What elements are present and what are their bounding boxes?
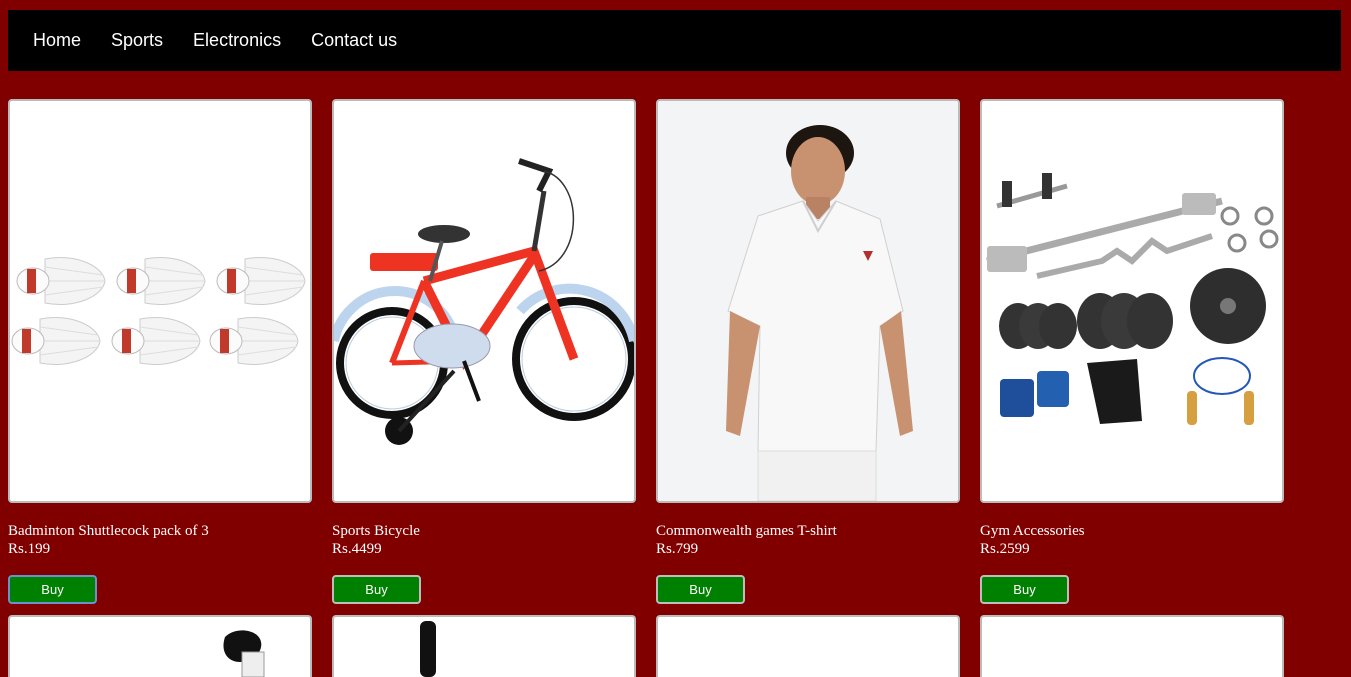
product-card-row2-3 bbox=[656, 615, 960, 677]
top-nav-bar: Home Sports Electronics Contact us bbox=[8, 10, 1341, 71]
product-image-row2-3 bbox=[656, 615, 960, 677]
nav-sports[interactable]: Sports bbox=[111, 30, 163, 51]
shuttlecock-icon bbox=[11, 257, 306, 365]
nav-contact-us[interactable]: Contact us bbox=[311, 30, 397, 51]
nav-electronics[interactable]: Electronics bbox=[193, 30, 281, 51]
buy-button[interactable]: Buy bbox=[656, 575, 745, 604]
product-title: Gym Accessories bbox=[980, 523, 1085, 539]
product-thumbnail-icon bbox=[420, 621, 436, 677]
product-card-row2-4 bbox=[980, 615, 1284, 677]
product-image-bicycle bbox=[332, 99, 636, 503]
product-card-row2-1 bbox=[8, 615, 312, 677]
product-card-shuttlecock: Badminton Shuttlecock pack of 3 Rs.199 B… bbox=[8, 99, 312, 604]
product-image-row2-2 bbox=[332, 615, 636, 677]
bicycle-icon bbox=[334, 158, 634, 445]
gym-equipment-icon bbox=[986, 173, 1279, 425]
product-price: Rs.2599 bbox=[980, 541, 1030, 557]
product-card-bicycle: Sports Bicycle Rs.4499 Buy bbox=[332, 99, 636, 604]
buy-button[interactable]: Buy bbox=[332, 575, 421, 604]
buy-button[interactable]: Buy bbox=[8, 575, 97, 604]
product-price: Rs.799 bbox=[656, 541, 699, 557]
product-title: Sports Bicycle bbox=[332, 523, 420, 539]
product-title: Badminton Shuttlecock pack of 3 bbox=[8, 523, 209, 539]
product-image-tshirt bbox=[656, 99, 960, 503]
nav-home[interactable]: Home bbox=[33, 30, 81, 51]
product-image-shuttlecock bbox=[8, 99, 312, 503]
product-price: Rs.4499 bbox=[332, 541, 382, 557]
product-price: Rs.199 bbox=[8, 541, 51, 557]
product-image-gym bbox=[980, 99, 1284, 503]
product-card-gym: Gym Accessories Rs.2599 Buy bbox=[980, 99, 1284, 604]
product-thumbnail-icon bbox=[223, 630, 265, 677]
product-card-tshirt: Commonwealth games T-shirt Rs.799 Buy bbox=[656, 99, 960, 604]
product-image-row2-1 bbox=[8, 615, 312, 677]
product-title: Commonwealth games T-shirt bbox=[656, 523, 837, 539]
buy-button[interactable]: Buy bbox=[980, 575, 1069, 604]
product-card-row2-2 bbox=[332, 615, 636, 677]
product-image-row2-4 bbox=[980, 615, 1284, 677]
